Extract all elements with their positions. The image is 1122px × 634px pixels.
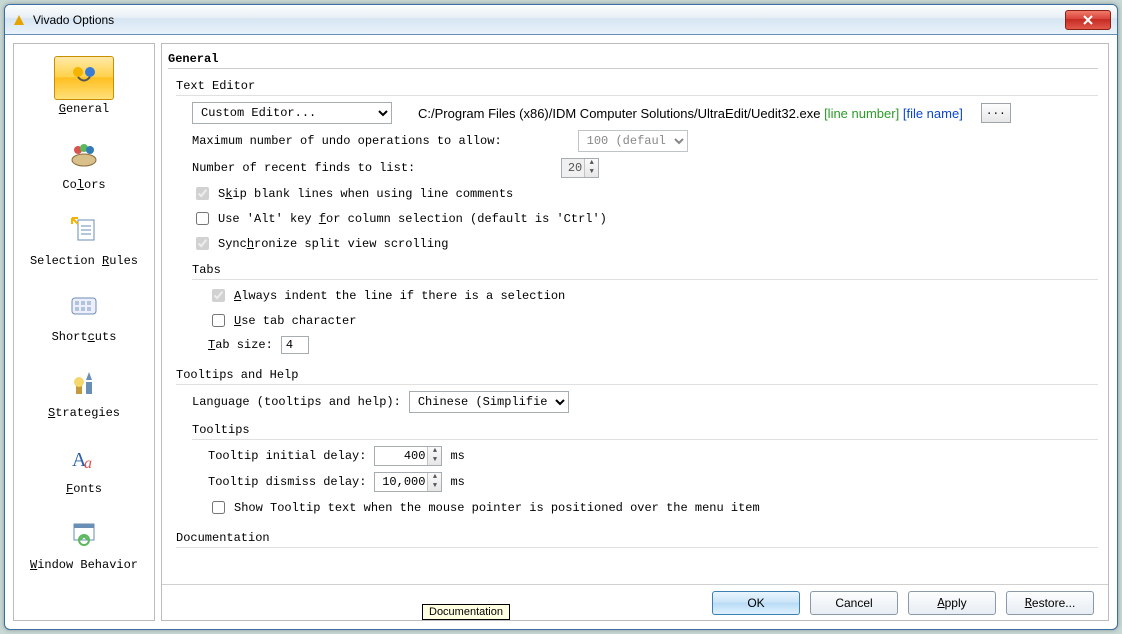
spinner-buttons: ▲▼	[584, 159, 598, 177]
close-icon	[1082, 14, 1094, 26]
alt-column-checkbox[interactable]: Use 'Alt' key for column selection (defa…	[192, 209, 607, 228]
sidebar-icon	[54, 56, 114, 100]
sync-split-checkbox[interactable]: Synchronize split view scrolling	[192, 234, 448, 253]
sidebar-item-strategies[interactable]: Strategies	[14, 354, 154, 430]
page-heading: General	[168, 52, 1098, 69]
spinner-buttons[interactable]: ▲▼	[427, 473, 441, 491]
initial-delay-input[interactable]	[375, 449, 427, 463]
sidebar-item-general[interactable]: General	[14, 50, 154, 126]
editor-select[interactable]: Custom Editor...	[192, 102, 392, 124]
dismiss-delay-input[interactable]	[375, 475, 427, 489]
initial-delay-spinner[interactable]: ▲▼	[374, 446, 442, 466]
sidebar-icon	[54, 284, 114, 328]
sidebar-item-label: Shortcuts	[52, 330, 117, 344]
restore-button[interactable]: Restore...Restore...	[1006, 591, 1094, 615]
button-bar: OK Cancel AApplypply Restore...Restore..…	[162, 584, 1108, 620]
sidebar-item-colors[interactable]: Colors	[14, 126, 154, 202]
language-select[interactable]: Chinese (Simplified)	[409, 391, 569, 413]
ms-label: ms	[450, 475, 464, 489]
sidebar-item-fonts[interactable]: Aa Fonts	[14, 430, 154, 506]
language-label: Language (tooltips and help):	[192, 395, 401, 409]
sidebar-item-window-behavior[interactable]: Window Behavior	[14, 506, 154, 582]
sidebar: General Colors Selection Rules Shortcuts…	[13, 43, 155, 621]
close-button[interactable]	[1065, 10, 1111, 30]
spinner-buttons[interactable]: ▲▼	[427, 447, 441, 465]
titlebar: Vivado Options	[5, 5, 1117, 35]
use-tab-char-checkbox[interactable]: Use tab character	[208, 311, 356, 330]
sidebar-icon: Aa	[54, 436, 114, 480]
tabs-heading: Tabs	[192, 263, 1098, 280]
sidebar-icon	[54, 132, 114, 176]
sidebar-item-label: Fonts	[66, 482, 102, 496]
content-panel: General Text Editor Custom Editor... C:/…	[161, 43, 1109, 621]
sidebar-item-label: Strategies	[48, 406, 120, 420]
max-undo-select: 100 (default)	[578, 130, 688, 152]
always-indent-checkbox[interactable]: Always indent the line if there is a sel…	[208, 286, 565, 305]
sidebar-item-label: General	[59, 102, 109, 116]
tab-size-input[interactable]	[281, 336, 309, 354]
skip-blank-checkbox[interactable]: Skip blank lines when using line comment…	[192, 184, 513, 203]
dismiss-delay-spinner[interactable]: ▲▼	[374, 472, 442, 492]
recent-finds-input	[562, 161, 584, 175]
documentation-heading: Documentation	[176, 531, 1098, 548]
sidebar-item-shortcuts[interactable]: Shortcuts	[14, 278, 154, 354]
sidebar-item-selection-rules[interactable]: Selection Rules	[14, 202, 154, 278]
apply-button[interactable]: AApplypply	[908, 591, 996, 615]
recent-finds-label: Number of recent finds to list:	[192, 161, 415, 175]
sidebar-icon	[54, 512, 114, 556]
text-editor-heading: Text Editor	[176, 79, 1098, 96]
svg-text:a: a	[84, 455, 92, 472]
sidebar-item-label: Selection Rules	[30, 254, 138, 268]
body: General Colors Selection Rules Shortcuts…	[5, 35, 1117, 629]
sidebar-icon	[54, 208, 114, 252]
max-undo-label: Maximum number of undo operations to all…	[192, 134, 502, 148]
cancel-button[interactable]: Cancel	[810, 591, 898, 615]
tooltips-heading: Tooltips and Help	[176, 368, 1098, 385]
show-tooltip-checkbox[interactable]: Show Tooltip text when the mouse pointer…	[208, 498, 760, 517]
options-window: Vivado Options General Colors Selection …	[4, 4, 1118, 630]
initial-delay-label: Tooltip initial delay:	[208, 449, 366, 463]
tooltips-subheading: Tooltips	[192, 423, 1098, 440]
sidebar-item-label: Colors	[62, 178, 105, 192]
app-icon	[11, 12, 27, 28]
editor-path: C:/Program Files (x86)/IDM Computer Solu…	[418, 106, 963, 121]
sidebar-item-label: Window Behavior	[30, 558, 138, 572]
content-scroll[interactable]: General Text Editor Custom Editor... C:/…	[162, 44, 1108, 584]
ms-label: ms	[450, 449, 464, 463]
editor-path-more-button[interactable]: ...	[981, 103, 1011, 123]
ok-button[interactable]: OK	[712, 591, 800, 615]
recent-finds-spinner[interactable]: ▲▼	[561, 158, 599, 178]
sidebar-icon	[54, 360, 114, 404]
dismiss-delay-label: Tooltip dismiss delay:	[208, 475, 366, 489]
window-title: Vivado Options	[33, 13, 1065, 27]
tab-size-label: Tab size:	[208, 338, 273, 352]
